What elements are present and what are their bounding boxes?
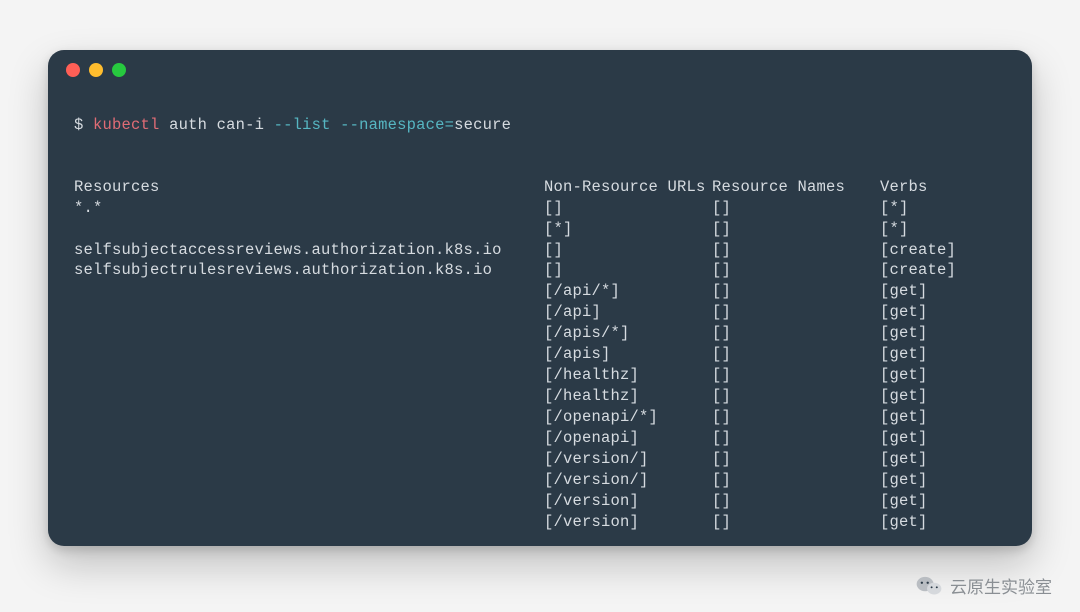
cell-resources: [74, 219, 544, 240]
cell-non-resource-urls: []: [544, 240, 712, 261]
cell-non-resource-urls: [/openapi]: [544, 428, 712, 449]
cell-resources: selfsubjectaccessreviews.authorization.k…: [74, 240, 544, 261]
cell-resources: [74, 512, 544, 533]
cell-resource-names: []: [712, 219, 880, 240]
col-header-non-resource-urls: Non-Resource URLs: [544, 177, 712, 198]
cell-resources: [74, 323, 544, 344]
cell-verbs: [get]: [880, 386, 1006, 407]
cell-resources: [74, 449, 544, 470]
cell-non-resource-urls: [/healthz]: [544, 386, 712, 407]
cell-resources: *.*: [74, 198, 544, 219]
cell-resource-names: []: [712, 386, 880, 407]
minimize-icon[interactable]: [89, 63, 103, 77]
cell-non-resource-urls: [/version]: [544, 491, 712, 512]
cell-verbs: [get]: [880, 449, 1006, 470]
command-flag-list: --list: [274, 116, 331, 134]
cell-non-resource-urls: [*]: [544, 219, 712, 240]
watermark-text: 云原生实验室: [950, 573, 1052, 598]
cell-non-resource-urls: [/apis/*]: [544, 323, 712, 344]
cell-verbs: [get]: [880, 470, 1006, 491]
cell-non-resource-urls: [/healthz]: [544, 365, 712, 386]
col-header-verbs: Verbs: [880, 177, 1006, 198]
watermark: 云原生实验室: [916, 573, 1052, 598]
terminal-window: $ kubectl auth can-i --list --namespace=…: [48, 50, 1032, 546]
cell-verbs: [get]: [880, 365, 1006, 386]
cell-resource-names: []: [712, 449, 880, 470]
command-namespace-value: secure: [454, 116, 511, 134]
cell-non-resource-urls: [/api]: [544, 302, 712, 323]
cell-resources: selfsubjectrulesreviews.authorization.k8…: [74, 260, 544, 281]
close-icon[interactable]: [66, 63, 80, 77]
cell-resources: [74, 428, 544, 449]
cell-non-resource-urls: []: [544, 198, 712, 219]
col-header-resources: Resources: [74, 177, 544, 198]
cell-resource-names: []: [712, 281, 880, 302]
cell-resource-names: []: [712, 344, 880, 365]
cell-resource-names: []: [712, 407, 880, 428]
cell-verbs: [get]: [880, 407, 1006, 428]
cell-non-resource-urls: [/openapi/*]: [544, 407, 712, 428]
cell-resources: [74, 491, 544, 512]
command-args: auth can-i: [169, 116, 264, 134]
cell-resources: [74, 281, 544, 302]
cell-verbs: [get]: [880, 302, 1006, 323]
cell-resource-names: []: [712, 323, 880, 344]
cell-verbs: [get]: [880, 491, 1006, 512]
cell-resource-names: []: [712, 198, 880, 219]
cell-resources: [74, 344, 544, 365]
cell-verbs: [create]: [880, 260, 1006, 281]
window-titlebar: [48, 50, 1032, 90]
command-flag-namespace: --namespace=: [340, 116, 454, 134]
command-binary: kubectl: [93, 116, 160, 134]
cell-resources: [74, 365, 544, 386]
cell-resource-names: []: [712, 302, 880, 323]
cell-non-resource-urls: [/version/]: [544, 470, 712, 491]
cell-resources: [74, 302, 544, 323]
cell-verbs: [get]: [880, 344, 1006, 365]
blank-line: [74, 136, 1006, 156]
maximize-icon[interactable]: [112, 63, 126, 77]
cell-verbs: [get]: [880, 323, 1006, 344]
output-table: Resources Non-Resource URLs Resource Nam…: [74, 177, 1006, 533]
cell-verbs: [*]: [880, 198, 1006, 219]
cell-resource-names: []: [712, 512, 880, 533]
cell-non-resource-urls: [/version/]: [544, 449, 712, 470]
cell-resource-names: []: [712, 260, 880, 281]
cell-non-resource-urls: [/api/*]: [544, 281, 712, 302]
col-header-resource-names: Resource Names: [712, 177, 880, 198]
cell-resource-names: []: [712, 365, 880, 386]
cell-verbs: [get]: [880, 281, 1006, 302]
cell-non-resource-urls: []: [544, 260, 712, 281]
cell-verbs: [get]: [880, 428, 1006, 449]
cell-verbs: [*]: [880, 219, 1006, 240]
cell-verbs: [get]: [880, 512, 1006, 533]
stage: $ kubectl auth can-i --list --namespace=…: [0, 0, 1080, 612]
cell-resource-names: []: [712, 428, 880, 449]
prompt-symbol: $: [74, 116, 84, 134]
command-line: $ kubectl auth can-i --list --namespace=…: [74, 116, 511, 134]
cell-resources: [74, 386, 544, 407]
cell-resources: [74, 407, 544, 428]
cell-resources: [74, 470, 544, 491]
cell-non-resource-urls: [/apis]: [544, 344, 712, 365]
cell-resource-names: []: [712, 491, 880, 512]
terminal-body[interactable]: $ kubectl auth can-i --list --namespace=…: [48, 90, 1032, 546]
cell-non-resource-urls: [/version]: [544, 512, 712, 533]
cell-resource-names: []: [712, 240, 880, 261]
cell-resource-names: []: [712, 470, 880, 491]
wechat-icon: [916, 575, 942, 597]
cell-verbs: [create]: [880, 240, 1006, 261]
